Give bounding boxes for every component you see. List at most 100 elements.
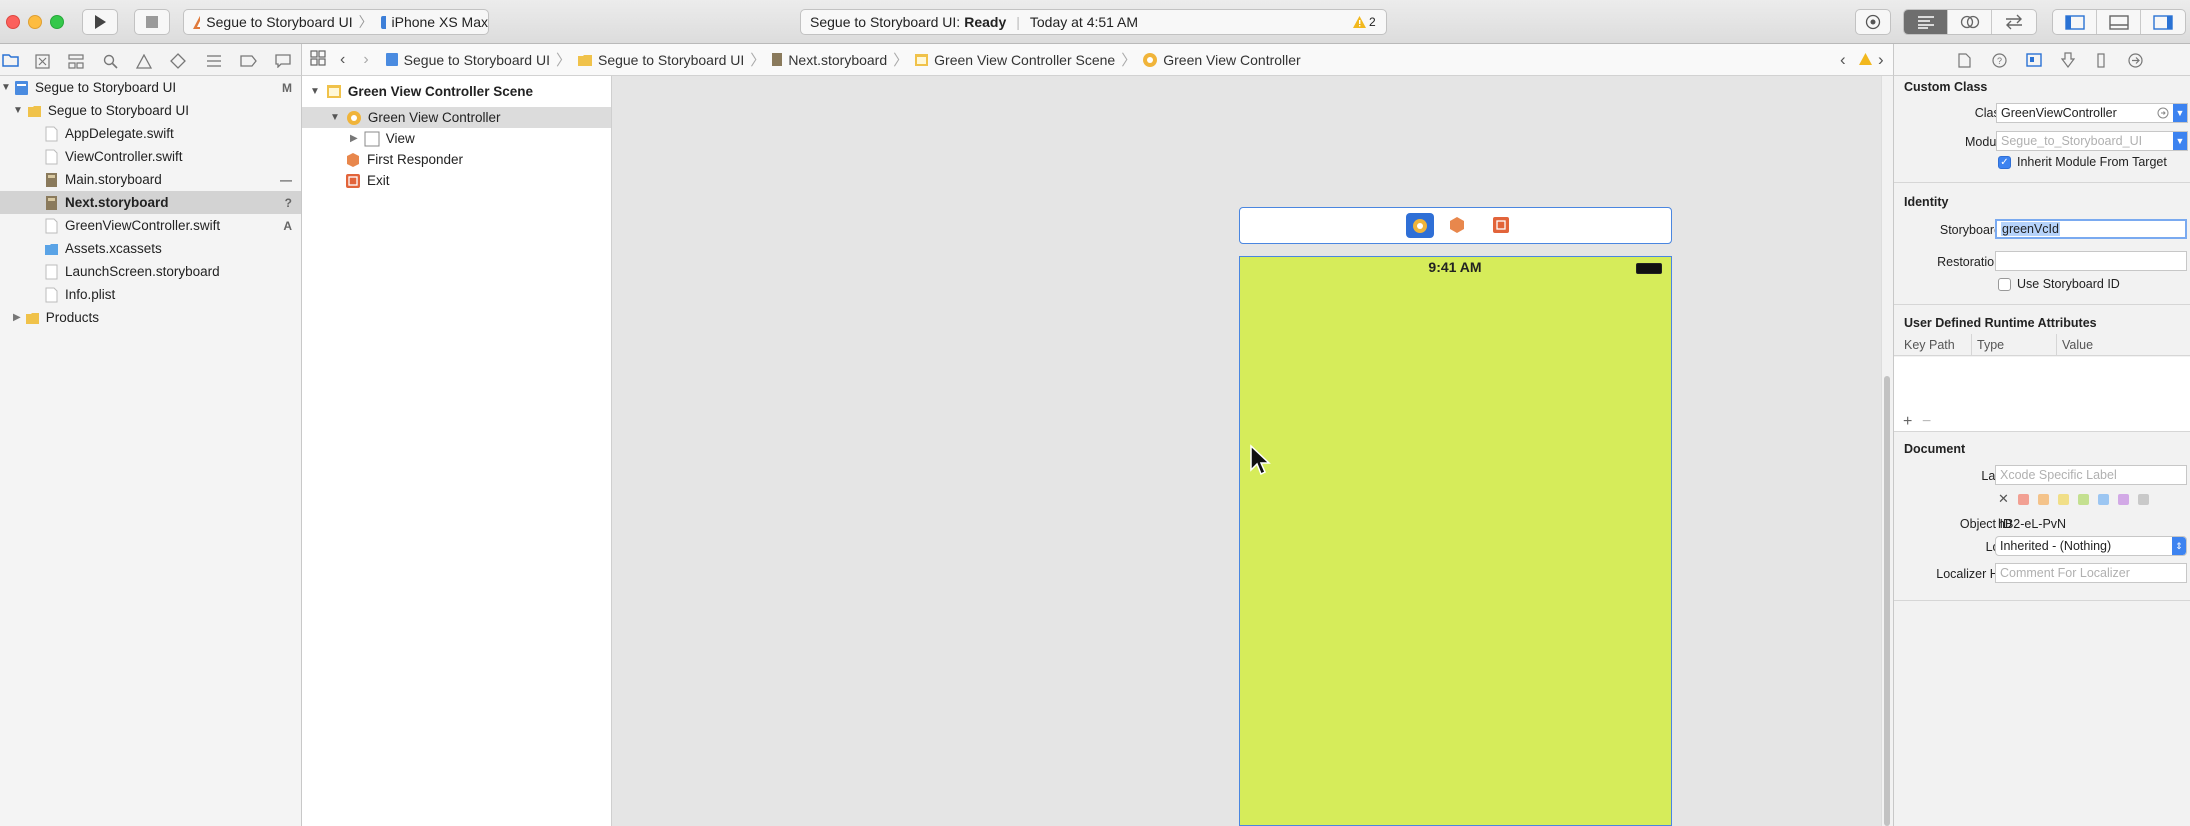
source-control-tab[interactable] — [32, 52, 52, 70]
breadcrumb-scene[interactable]: Green View Controller Scene — [914, 52, 1115, 68]
nav-item-file[interactable]: LaunchScreen.storyboard — [0, 260, 301, 283]
outline-controller[interactable]: ▼ Green View Controller — [302, 107, 611, 128]
nav-item-file[interactable]: Info.plist — [0, 283, 301, 306]
report-navigator-tab[interactable] — [273, 52, 293, 70]
nav-item-file-selected[interactable]: Next.storyboard ? — [0, 191, 301, 214]
toggle-navigator-button[interactable] — [2053, 10, 2097, 34]
back-arrow-icon[interactable]: ‹ — [340, 51, 345, 69]
nav-item-file[interactable]: AppDelegate.swift — [0, 122, 301, 145]
size-inspector-icon[interactable] — [2097, 53, 2105, 68]
nav-item-group[interactable]: ▶ Products — [0, 306, 301, 329]
mouse-cursor-icon — [1250, 444, 1271, 476]
warning-icon[interactable] — [1858, 52, 1873, 69]
debug-navigator-tab[interactable] — [204, 52, 224, 70]
zoom-window-button[interactable] — [50, 15, 64, 29]
warning-triangle-icon — [136, 53, 152, 69]
add-attribute-button[interactable]: + — [1903, 413, 1912, 431]
label-color-swatch[interactable] — [2118, 493, 2129, 505]
folder-icon — [577, 54, 592, 66]
document-label-field[interactable]: Xcode Specific Label — [1995, 465, 2187, 485]
outline-view[interactable]: ▶ View — [302, 128, 611, 149]
outline-first-responder[interactable]: First Responder — [302, 149, 611, 170]
storyboard-id-field[interactable]: greenVcId — [1995, 219, 2187, 239]
clear-color-icon[interactable]: ✕ — [1998, 491, 2009, 507]
label-color-swatch[interactable] — [2018, 493, 2029, 505]
outline-exit[interactable]: Exit — [302, 170, 611, 191]
run-button[interactable] — [82, 9, 118, 35]
dock-view-controller-icon[interactable] — [1406, 213, 1434, 238]
source-control-icon — [34, 53, 50, 69]
warning-indicator[interactable]: 2 — [1352, 15, 1376, 29]
device-label: iPhone XS Max — [391, 14, 489, 30]
dock-exit-icon[interactable] — [1492, 216, 1510, 239]
nav-item-file[interactable]: GreenViewController.swift A — [0, 214, 301, 237]
next-issue-icon[interactable]: › — [1878, 50, 1884, 70]
breadcrumb-controller[interactable]: Green View Controller — [1142, 52, 1301, 68]
nav-item-file[interactable]: Assets.xcassets — [0, 237, 301, 260]
breadcrumb-separator: 〉 — [555, 52, 571, 69]
label-color-swatch[interactable] — [2038, 493, 2049, 505]
find-navigator-tab[interactable] — [100, 52, 120, 70]
class-field[interactable]: GreenViewController ▼ — [1996, 103, 2188, 123]
close-window-button[interactable] — [6, 15, 20, 29]
chevron-up-down-icon[interactable]: ⇕ — [2172, 537, 2186, 555]
breakpoint-navigator-tab[interactable] — [238, 52, 258, 70]
chevron-right-icon: 〉 — [358, 14, 373, 30]
previous-issue-icon[interactable]: ‹ — [1840, 50, 1846, 70]
storyboard-canvas[interactable]: 9:41 AM — [612, 76, 1881, 826]
nav-item-group[interactable]: ▼ Segue to Storyboard UI — [0, 99, 301, 122]
view-controller-frame[interactable]: 9:41 AM — [1239, 256, 1672, 826]
remove-attribute-button[interactable]: − — [1922, 413, 1931, 431]
nav-item-file[interactable]: ViewController.swift — [0, 145, 301, 168]
runtime-attributes-table[interactable] — [1894, 357, 2190, 432]
label-color-swatch[interactable] — [2138, 493, 2149, 505]
scrollbar-thumb[interactable] — [1884, 376, 1890, 826]
label-color-swatch[interactable] — [2098, 493, 2109, 505]
issue-navigator-tab[interactable] — [134, 52, 154, 70]
test-navigator-tab[interactable] — [168, 52, 188, 70]
breadcrumb-project[interactable]: Segue to Storyboard UI — [385, 52, 550, 68]
breadcrumb-group[interactable]: Segue to Storyboard UI — [577, 52, 744, 68]
scene-dock[interactable] — [1239, 207, 1672, 244]
version-editor-button[interactable] — [1992, 10, 2036, 34]
toggle-debug-area-button[interactable] — [2097, 10, 2141, 34]
folder-icon — [25, 312, 39, 324]
connections-inspector-icon[interactable] — [2128, 53, 2143, 68]
chevron-down-icon[interactable]: ▼ — [2173, 104, 2187, 122]
help-inspector-icon[interactable]: ? — [1992, 53, 2007, 68]
project-navigator-tab[interactable] — [0, 51, 20, 69]
localizer-hint-field[interactable]: Comment For Localizer — [1995, 563, 2187, 583]
attributes-inspector-icon[interactable] — [2061, 52, 2075, 68]
chevron-down-icon[interactable]: ▼ — [2173, 132, 2187, 150]
related-items-icon[interactable] — [310, 50, 326, 69]
inherit-module-checkbox[interactable]: ✓ Inherit Module From Target — [1998, 155, 2167, 169]
assistant-editor-button[interactable] — [1948, 10, 1992, 34]
app-target-icon — [193, 15, 201, 29]
lock-popup[interactable]: Inherited - (Nothing) ⇕ — [1995, 536, 2187, 556]
outline-label: First Responder — [367, 152, 464, 167]
nav-item-file[interactable]: Main.storyboard — — [0, 168, 301, 191]
breadcrumb-separator: 〉 — [1121, 52, 1137, 69]
module-field[interactable]: Segue_to_Storyboard_UI ▼ — [1996, 131, 2188, 151]
label-color-swatch[interactable] — [2058, 493, 2069, 505]
forward-arrow-icon[interactable]: › — [363, 51, 368, 69]
restoration-id-field[interactable] — [1995, 251, 2187, 271]
minimize-window-button[interactable] — [28, 15, 42, 29]
breadcrumb-file[interactable]: Next.storyboard — [771, 52, 887, 68]
stop-button[interactable] — [134, 9, 170, 35]
library-button[interactable] — [1855, 9, 1891, 35]
outline-scene[interactable]: ▼ Green View Controller Scene — [302, 81, 611, 102]
identity-inspector-icon[interactable] — [2026, 53, 2042, 67]
play-icon — [95, 15, 106, 29]
canvas-scrollbar[interactable] — [1881, 76, 1893, 826]
go-to-arrow-icon[interactable] — [2157, 107, 2169, 119]
nav-item-project[interactable]: ▼ Segue to Storyboard UI M — [0, 76, 301, 99]
file-inspector-icon[interactable] — [1958, 53, 1971, 68]
dock-first-responder-icon[interactable] — [1448, 216, 1466, 239]
symbol-navigator-tab[interactable] — [66, 52, 86, 70]
scheme-selector[interactable]: Segue to Storyboard UI 〉 iPhone XS Max — [183, 9, 489, 35]
use-storyboard-id-checkbox[interactable]: Use Storyboard ID — [1998, 277, 2120, 291]
toggle-inspector-button[interactable] — [2141, 10, 2185, 34]
standard-editor-button[interactable] — [1904, 10, 1948, 34]
label-color-swatch[interactable] — [2078, 493, 2089, 505]
